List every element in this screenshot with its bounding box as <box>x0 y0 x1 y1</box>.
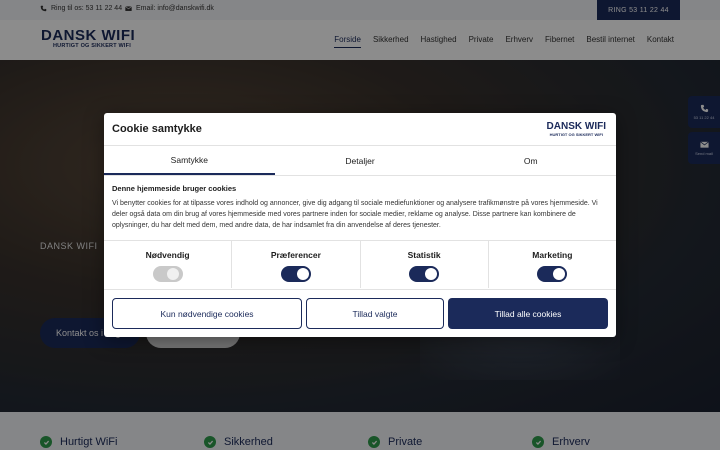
dialog-title: Cookie samtykke <box>112 123 202 135</box>
dialog-tabs: Samtykke Detaljer Om <box>104 146 616 175</box>
allow-selected-button[interactable]: Tillad valgte <box>306 298 444 329</box>
necessary-toggle <box>152 266 183 282</box>
toggle-group-preferences: Præferencer <box>232 241 361 288</box>
toggle-label: Statistik <box>407 250 441 260</box>
tab-om[interactable]: Om <box>445 146 616 175</box>
content-body: Vi benytter cookies for at tilpasse vore… <box>112 200 598 229</box>
toggle-group-statistics: Statistik <box>361 241 489 288</box>
dialog-logo: DANSK WIFI HURTIGT OG SIKKERT WIFI <box>547 121 606 137</box>
necessary-only-button[interactable]: Kun nødvendige cookies <box>112 298 302 329</box>
toggle-label: Nødvendig <box>145 250 190 260</box>
statistics-toggle[interactable] <box>409 266 440 282</box>
preferences-toggle[interactable] <box>280 266 311 282</box>
content-title: Denne hjemmeside bruger cookies <box>112 184 237 193</box>
divider <box>104 175 616 176</box>
tab-samtykke[interactable]: Samtykke <box>104 146 275 175</box>
cookie-consent-dialog: Cookie samtykke DANSK WIFI HURTIGT OG SI… <box>104 113 616 337</box>
toggle-label: Marketing <box>532 250 573 260</box>
dialog-actions: Kun nødvendige cookies Tillad valgte Til… <box>104 289 616 337</box>
marketing-toggle[interactable] <box>537 266 568 282</box>
consent-toggles: Nødvendig Præferencer Statistik Marketin… <box>104 240 616 288</box>
toggle-group-marketing: Marketing <box>489 241 616 288</box>
dialog-logo-name: DANSK WIFI <box>546 121 606 132</box>
dialog-logo-tagline: HURTIGT OG SIKKERT WIFI <box>549 132 603 137</box>
toggle-label: Præferencer <box>270 250 321 260</box>
toggle-group-necessary: Nødvendig <box>104 241 233 288</box>
allow-all-button[interactable]: Tillad alle cookies <box>448 298 608 329</box>
tab-detaljer[interactable]: Detaljer <box>275 146 446 175</box>
